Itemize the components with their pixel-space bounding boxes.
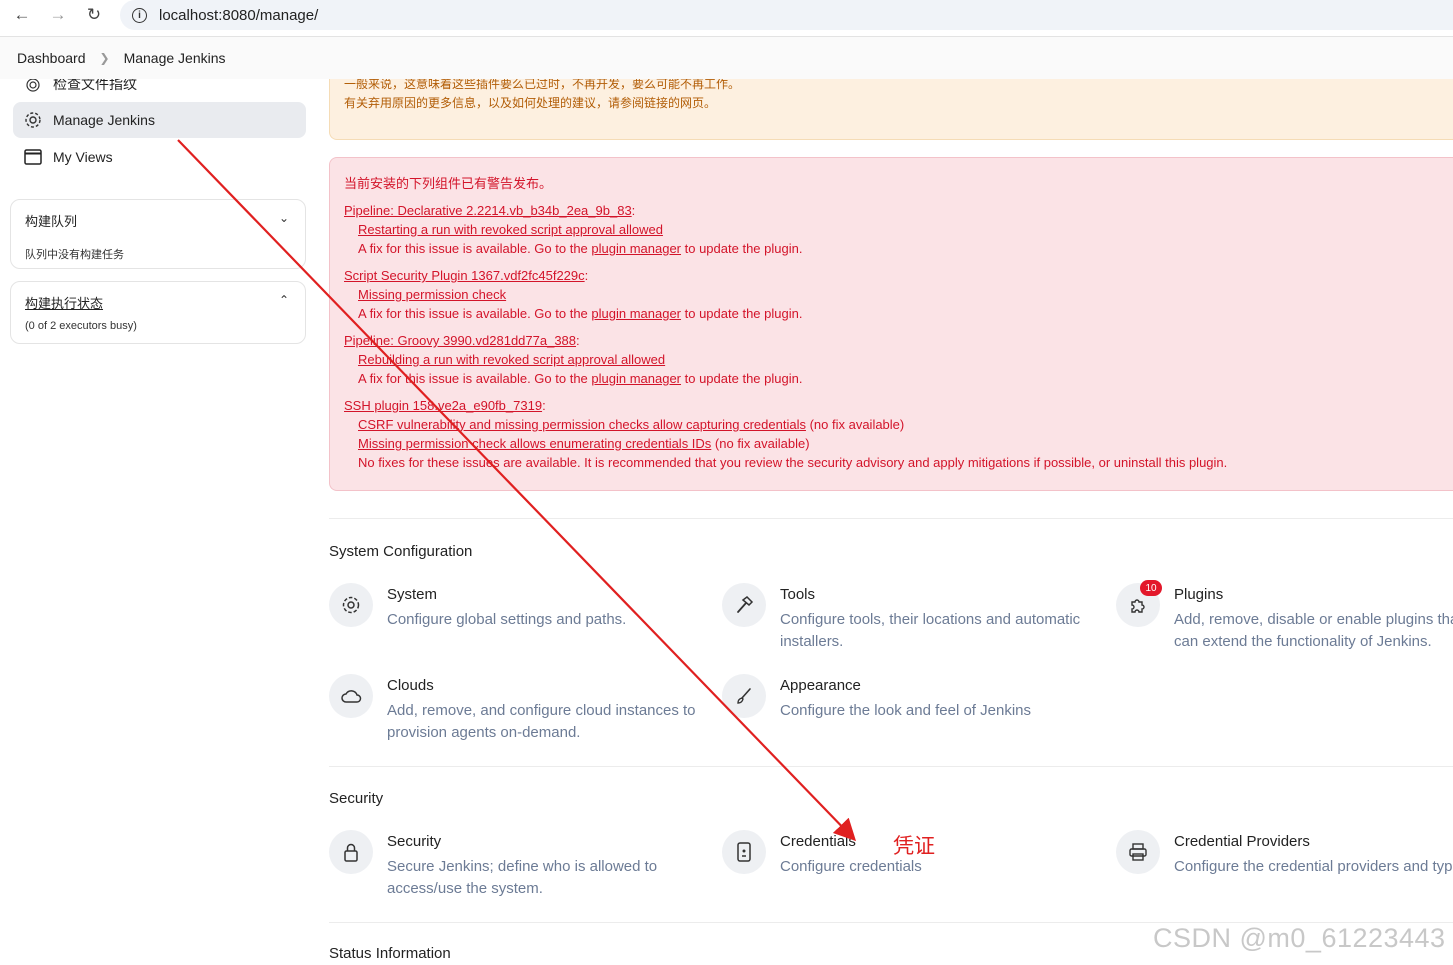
tile-title: Appearance [780, 677, 861, 694]
ssh-advisory-note: No fixes for these issues are available.… [358, 455, 1228, 470]
gear-icon [24, 111, 42, 129]
issue-link[interactable]: Missing permission check allows enumerat… [358, 436, 711, 451]
tile-title: Clouds [387, 677, 434, 694]
watermark: CSDN @m0_61223443 [1153, 923, 1446, 953]
chevron-up-icon[interactable]: ⌃ [279, 293, 289, 307]
printer-icon [1116, 830, 1160, 874]
gear-icon [329, 583, 373, 627]
breadcrumb-manage-jenkins[interactable]: Manage Jenkins [124, 50, 226, 66]
tile-description: Configure tools, their locations and aut… [780, 611, 1081, 650]
tile-system[interactable]: System Configure global settings and pat… [329, 583, 709, 663]
plugin-manager-link[interactable]: plugin manager [591, 306, 681, 321]
address-bar[interactable]: i localhost:8080/manage/ [120, 0, 1453, 30]
section-title-status-information: Status Information [329, 945, 451, 962]
build-queue-title[interactable]: 构建队列 [25, 211, 77, 230]
executor-status-card: 构建执行状态 ⌃ (0 of 2 executors busy) [10, 281, 306, 344]
tile-security[interactable]: Security Secure Jenkins; define who is a… [329, 830, 709, 910]
sidebar-item-manage-jenkins[interactable]: Manage Jenkins [13, 102, 306, 138]
security-warnings-alert: 当前安装的下列组件已有警告发布。 Pipeline: Declarative 2… [329, 157, 1453, 491]
tile-title: System [387, 586, 438, 603]
issue-link[interactable]: Restarting a run with revoked script app… [358, 222, 663, 237]
sidebar-item-label: My Views [53, 149, 113, 165]
tile-title: Credentials [780, 833, 856, 850]
phone-card-icon [722, 830, 766, 874]
colon: : [576, 333, 580, 348]
colon: : [584, 268, 589, 283]
build-queue-empty-text: 队列中没有构建任务 [25, 249, 124, 261]
alert-group: Pipeline: Groovy 3990.vd281dd77a_388: Re… [344, 331, 1439, 388]
tile-description: Add, remove, disable or enable plugins t… [1174, 611, 1453, 650]
tile-credential-providers[interactable]: Credential Providers Configure the crede… [1116, 830, 1453, 910]
alert-intro: 当前安装的下列组件已有警告发布。 [344, 176, 553, 191]
brush-icon [722, 674, 766, 718]
reload-icon[interactable]: ↻ [83, 4, 105, 26]
plugin-manager-link[interactable]: plugin manager [591, 241, 681, 256]
tile-title: Tools [780, 586, 816, 603]
section-title-security: Security [329, 790, 384, 807]
credentials-annotation-label: 凭证 [893, 835, 935, 858]
tile-tools[interactable]: Tools Configure tools, their locations a… [722, 583, 1102, 663]
plugin-link[interactable]: SSH plugin 158.ve2a_e90fb_7319 [344, 398, 542, 413]
executor-status-text: (0 of 2 executors busy) [25, 320, 137, 332]
lock-icon [329, 830, 373, 874]
sidebar-item-my-views[interactable]: My Views [13, 139, 306, 175]
hammer-icon [722, 583, 766, 627]
plugin-manager-link[interactable]: plugin manager [591, 371, 681, 386]
alert-group: SSH plugin 158.ve2a_e90fb_7319: CSRF vul… [344, 396, 1439, 472]
colon: : [631, 203, 636, 218]
no-fix-note: (no fix available) [805, 417, 905, 432]
no-fix-note: (no fix available) [711, 436, 810, 451]
window-icon [24, 148, 42, 166]
sidebar-item-label: Manage Jenkins [53, 112, 155, 128]
tile-description: Configure credentials [780, 858, 922, 875]
tile-plugins[interactable]: Plugins Add, remove, disable or enable p… [1116, 583, 1453, 663]
section-divider [329, 518, 1453, 519]
fix-note: A fix for this issue is available. Go to… [358, 241, 803, 256]
executor-status-title[interactable]: 构建执行状态 [25, 293, 103, 312]
breadcrumb-dashboard[interactable]: Dashboard [17, 50, 86, 66]
tile-title: Security [387, 833, 442, 850]
tile-clouds[interactable]: Clouds Add, remove, and configure cloud … [329, 674, 709, 754]
issue-link[interactable]: Missing permission check [358, 287, 506, 302]
tile-description: Configure global settings and paths. [387, 611, 627, 628]
issue-link[interactable]: CSRF vulnerability and missing permissio… [358, 417, 806, 432]
cloud-icon [329, 674, 373, 718]
tile-title: Credential Providers [1174, 833, 1310, 850]
chevron-right-icon: ❯ [99, 51, 110, 65]
chevron-down-icon[interactable]: ⌄ [279, 211, 289, 225]
breadcrumb: Dashboard ❯ Manage Jenkins [0, 37, 1453, 79]
fix-note: A fix for this issue is available. Go to… [358, 371, 803, 386]
alert-group: Script Security Plugin 1367.vdf2fc45f229… [344, 266, 1439, 323]
tile-description: Configure the credential providers and t… [1174, 858, 1453, 875]
build-queue-card: 构建队列 ⌄ 队列中没有构建任务 [10, 199, 306, 269]
browser-toolbar: ← → ↻ i localhost:8080/manage/ [0, 0, 1453, 30]
plugin-link[interactable]: Pipeline: Groovy 3990.vd281dd77a_388 [344, 333, 576, 348]
tile-appearance[interactable]: Appearance Configure the look and feel o… [722, 674, 1102, 754]
issue-link[interactable]: Rebuilding a run with revoked script app… [358, 352, 665, 367]
plugin-link[interactable]: Pipeline: Declarative 2.2214.vb_b34b_2ea… [344, 203, 632, 218]
tile-description: Configure the look and feel of Jenkins [780, 702, 1031, 719]
section-divider [329, 766, 1453, 767]
forward-icon[interactable]: → [47, 4, 69, 26]
tile-description: Secure Jenkins; define who is allowed to… [387, 858, 658, 897]
tile-title: Plugins [1174, 586, 1224, 603]
colon: : [542, 398, 546, 413]
url-text: localhost:8080/manage/ [159, 6, 319, 24]
tile-description: Add, remove, and configure cloud instanc… [387, 702, 696, 741]
alert-group: Pipeline: Declarative 2.2214.vb_b34b_2ea… [344, 201, 1439, 258]
warning-line-2: 有关弃用原因的更多信息，以及如何处理的建议，请参阅链接的网页。 [344, 96, 717, 110]
site-info-icon[interactable]: i [132, 7, 147, 23]
plugins-update-badge: 10 [1140, 580, 1162, 596]
fix-note: A fix for this issue is available. Go to… [358, 306, 803, 321]
plugin-link[interactable]: Script Security Plugin 1367.vdf2fc45f229… [344, 268, 585, 283]
section-title-system-configuration: System Configuration [329, 543, 473, 560]
back-icon[interactable]: ← [11, 4, 33, 26]
